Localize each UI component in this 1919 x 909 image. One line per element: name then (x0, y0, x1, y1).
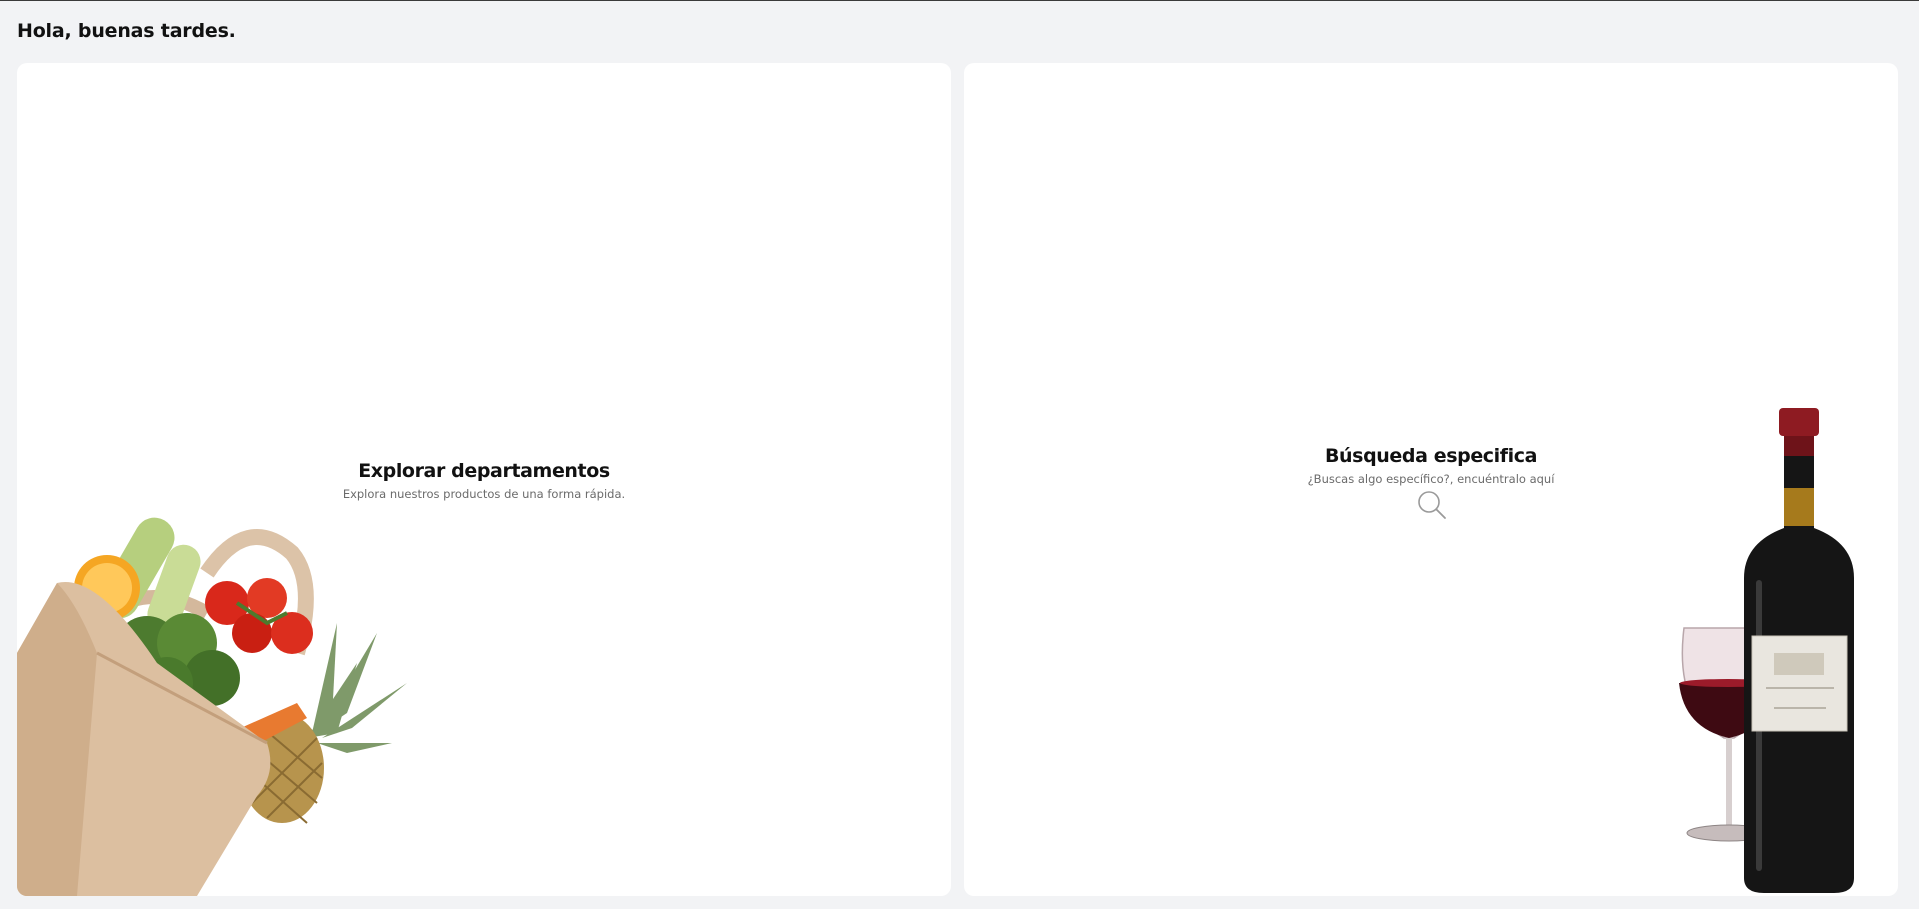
card-subtitle: Explora nuestros productos de una forma … (342, 487, 626, 501)
wine-bottle-glass-illustration (1679, 408, 1854, 893)
greeting-heading: Hola, buenas tardes. (17, 20, 236, 42)
top-border (0, 0, 1919, 1)
search-icon[interactable] (1416, 489, 1448, 521)
card-title: Explorar departamentos (358, 460, 610, 482)
grocery-bag-illustration (17, 517, 407, 896)
specific-search-card[interactable]: Búsqueda especifica ¿Buscas algo específ… (964, 63, 1898, 896)
explore-departments-card[interactable]: Explorar departamentos Explora nuestros … (17, 63, 951, 896)
